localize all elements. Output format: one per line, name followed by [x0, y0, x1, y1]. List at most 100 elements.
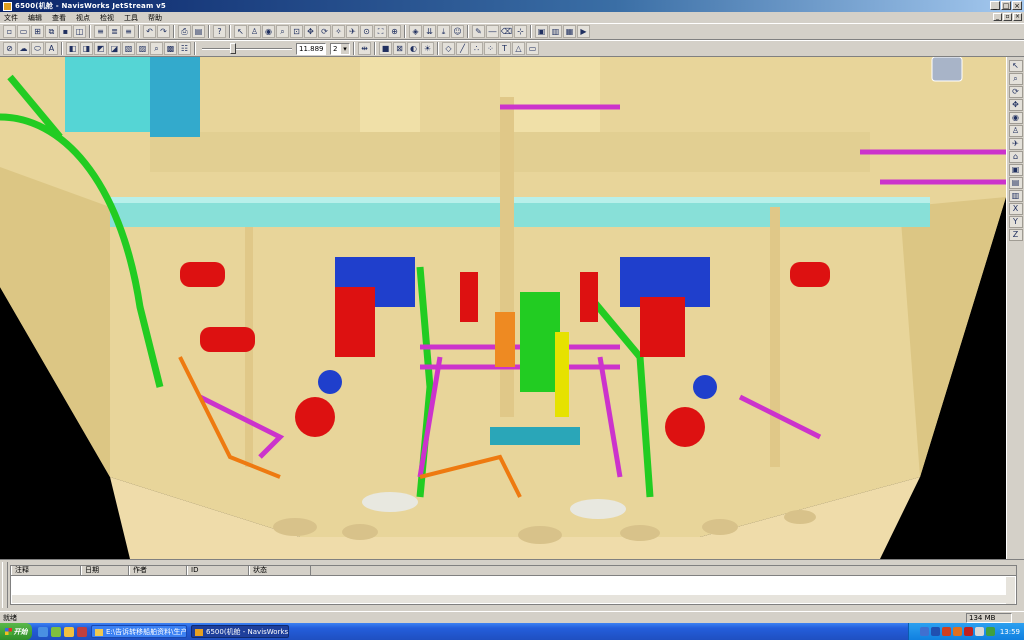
top-view-icon[interactable]: ▤: [1008, 177, 1023, 189]
browser-icon[interactable]: [38, 626, 48, 637]
viewpoint-save-icon[interactable]: ▣: [535, 25, 548, 38]
lines-icon[interactable]: ╱: [456, 42, 469, 55]
front-view-icon[interactable]: ▣: [1008, 164, 1023, 176]
append-icon[interactable]: ⊞: [31, 25, 44, 38]
cloud-icon[interactable]: ☁: [17, 42, 30, 55]
pane-grip[interactable]: [2, 562, 8, 608]
zoom-all-icon[interactable]: ⛶: [374, 25, 387, 38]
mdi-restore-icon[interactable]: ▫: [1003, 13, 1012, 21]
open-file-icon[interactable]: ▭: [17, 25, 30, 38]
redo-icon[interactable]: ↷: [157, 25, 170, 38]
column-header-author[interactable]: 作者: [129, 566, 187, 575]
mdi-close-icon[interactable]: ×: [1013, 13, 1022, 21]
text-icon[interactable]: A: [45, 42, 58, 55]
column-header-status[interactable]: 状态: [249, 566, 311, 575]
walk-icon[interactable]: ♙: [1008, 125, 1023, 137]
measure-icon[interactable]: ⊹: [514, 25, 527, 38]
orbit-icon[interactable]: ⟳: [318, 25, 331, 38]
save-icon[interactable]: ▪: [59, 25, 72, 38]
full-render-icon[interactable]: ■: [379, 42, 392, 55]
column-header-id[interactable]: ID: [187, 566, 249, 575]
orbit-icon[interactable]: ⟳: [1008, 86, 1023, 98]
primitives-icon[interactable]: △: [512, 42, 525, 55]
desktop-icon[interactable]: [64, 626, 74, 637]
pan-icon[interactable]: ✥: [304, 25, 317, 38]
tree-icon[interactable]: ☷: [178, 42, 191, 55]
wireframe-icon[interactable]: ⊠: [393, 42, 406, 55]
pan-icon[interactable]: ✥: [1008, 99, 1023, 111]
side-view-icon[interactable]: ▥: [1008, 190, 1023, 202]
focus-icon[interactable]: ⊕: [388, 25, 401, 38]
shaded-icon[interactable]: ◐: [407, 42, 420, 55]
axis-x-button[interactable]: X: [1008, 203, 1023, 215]
tray-app-icon[interactable]: [952, 627, 962, 636]
align-right-icon[interactable]: ≡: [122, 25, 135, 38]
frame-icon[interactable]: ⇹: [358, 42, 371, 55]
speed-slider[interactable]: [202, 42, 292, 55]
menu-review[interactable]: 检视: [100, 13, 114, 23]
tray-network-icon[interactable]: [930, 627, 940, 636]
speed-value-field[interactable]: 11.889: [296, 42, 326, 55]
gravity-icon[interactable]: ⇊: [423, 25, 436, 38]
tray-volume-icon[interactable]: [974, 627, 984, 636]
fly-icon[interactable]: ✈: [1008, 138, 1023, 150]
collision-icon[interactable]: ◈: [409, 25, 422, 38]
clock[interactable]: 13:59: [1000, 628, 1020, 636]
third-person-icon[interactable]: ☺: [451, 25, 464, 38]
undo-icon[interactable]: ↶: [143, 25, 156, 38]
look-icon[interactable]: ◉: [1008, 112, 1023, 124]
text-display-icon[interactable]: T: [498, 42, 511, 55]
align-center-icon[interactable]: ≣: [108, 25, 121, 38]
points-icon[interactable]: ∴: [470, 42, 483, 55]
redline-draw-icon[interactable]: ✎: [472, 25, 485, 38]
select-same-icon[interactable]: ▧: [122, 42, 135, 55]
redline-icon[interactable]: ⊘: [3, 42, 16, 55]
select-icon[interactable]: ↖: [1008, 60, 1023, 72]
background-icon[interactable]: ▭: [526, 42, 539, 55]
axis-z-button[interactable]: Z: [1008, 229, 1023, 241]
viewpoint-list-icon[interactable]: ▥: [549, 25, 562, 38]
animation-icon[interactable]: ▶: [577, 25, 590, 38]
zoom-box-icon[interactable]: ⊡: [290, 25, 303, 38]
hide-unselected-icon[interactable]: ◩: [94, 42, 107, 55]
vertical-scrollbar[interactable]: [1006, 577, 1015, 604]
merge-icon[interactable]: ⧉: [45, 25, 58, 38]
tray-app-icon[interactable]: [941, 627, 951, 636]
zoom-icon[interactable]: ⌕: [276, 25, 289, 38]
ellipse-icon[interactable]: ⬭: [31, 42, 44, 55]
crouch-icon[interactable]: ⤓: [437, 25, 450, 38]
home-icon[interactable]: ⌂: [1008, 151, 1023, 163]
menu-file[interactable]: 文件: [4, 13, 18, 23]
print-icon[interactable]: ⎙: [178, 25, 191, 38]
turntable-icon[interactable]: ⊙: [360, 25, 373, 38]
3d-viewport[interactable]: [0, 57, 1006, 559]
select-icon[interactable]: ↖: [234, 25, 247, 38]
new-file-icon[interactable]: ▫: [3, 25, 16, 38]
section-icon[interactable]: ▦: [563, 25, 576, 38]
maximize-button[interactable]: □: [1001, 1, 1011, 10]
column-header-date[interactable]: 日期: [81, 566, 129, 575]
comments-table[interactable]: 注释 日期 作者 ID 状态: [10, 565, 1017, 605]
snap-points-icon[interactable]: ⁘: [484, 42, 497, 55]
taskbar-item-explorer[interactable]: E:\告诉转移船舶资料\生产...: [91, 625, 187, 638]
taskbar-item-navisworks[interactable]: 6500(机舱 - NavisWorks...: [191, 625, 289, 638]
lighting-icon[interactable]: ☀: [421, 42, 434, 55]
start-button[interactable]: 开始: [0, 623, 32, 640]
required-icon[interactable]: ◨: [80, 42, 93, 55]
align-left-icon[interactable]: ≡: [94, 25, 107, 38]
navigation-overlay-icon[interactable]: [931, 57, 963, 82]
sets-icon[interactable]: ▩: [164, 42, 177, 55]
mdi-minimize-icon[interactable]: _: [993, 13, 1002, 21]
engine-room-model[interactable]: [0, 57, 1006, 559]
app-icon[interactable]: [77, 626, 87, 637]
walk-icon[interactable]: ♙: [248, 25, 261, 38]
examine-icon[interactable]: ✧: [332, 25, 345, 38]
close-button[interactable]: ×: [1012, 1, 1022, 10]
surfaces-icon[interactable]: ◇: [442, 42, 455, 55]
help-icon[interactable]: ?: [213, 25, 226, 38]
zoom-icon[interactable]: ⌕: [1008, 73, 1023, 85]
tray-antivirus-icon[interactable]: [963, 627, 973, 636]
minimize-button[interactable]: _: [990, 1, 1000, 10]
speed-step-select[interactable]: 2: [330, 42, 350, 55]
menu-viewpoint[interactable]: 视点: [76, 13, 90, 23]
